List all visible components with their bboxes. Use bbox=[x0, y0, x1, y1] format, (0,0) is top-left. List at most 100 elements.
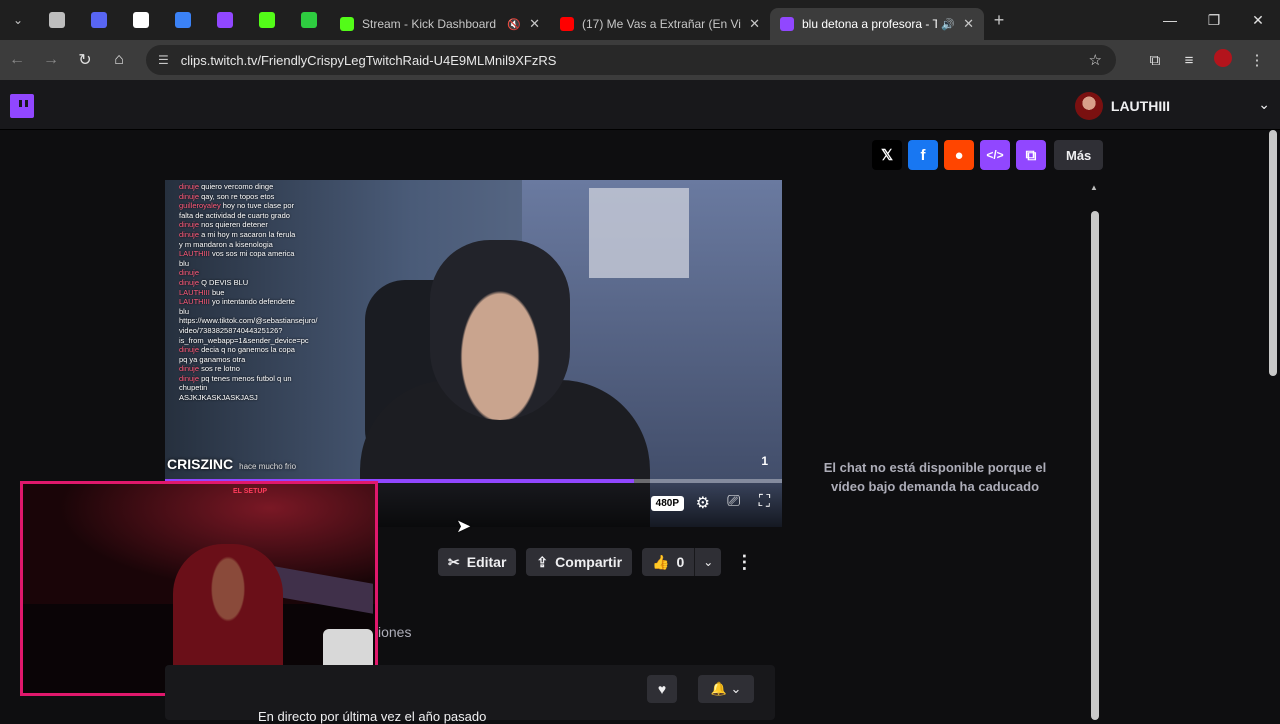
pinned-favicon-icon bbox=[49, 12, 65, 28]
site-info-icon[interactable]: ☰ bbox=[158, 53, 169, 67]
chat-line: video/7383825874044325126? bbox=[179, 326, 349, 336]
chat-line: ASJKJKASKJASKJASJ bbox=[179, 393, 349, 403]
pinned-favicon-icon bbox=[175, 12, 191, 28]
chat-text: bue bbox=[211, 287, 225, 297]
chat-line: chupetin bbox=[179, 383, 349, 393]
close-tab-icon[interactable]: ✕ bbox=[749, 16, 760, 32]
pinned-tab[interactable] bbox=[162, 0, 204, 40]
embed-code-icon[interactable]: </> bbox=[980, 140, 1010, 170]
browser-menu-icon[interactable]: ⋮ bbox=[1240, 51, 1274, 69]
audio-icon[interactable]: 🔊 bbox=[941, 18, 955, 31]
minimize-icon[interactable]: — bbox=[1148, 0, 1192, 40]
quality-badge[interactable]: 480P bbox=[650, 496, 684, 511]
chat-line: https://www.tiktok.com/@sebastiansejuro/ bbox=[179, 316, 349, 326]
overlay-streamer-name: CRISZINC hace mucho frio bbox=[167, 456, 297, 472]
chat-username: dinuje bbox=[179, 364, 200, 374]
youtube-icon bbox=[560, 17, 574, 31]
tab-title: (17) Me Vas a Extrañar (En Vivo) bbox=[582, 17, 742, 31]
page-scroll-thumb[interactable] bbox=[1269, 130, 1277, 376]
like-button[interactable]: 👍 0 bbox=[642, 548, 696, 576]
browser-toolbar: ← → ↻ ⌂ ☰ clips.twitch.tv/FriendlyCrispy… bbox=[0, 40, 1280, 80]
close-tab-icon[interactable]: ✕ bbox=[963, 16, 974, 32]
notification-bell-icon[interactable]: 🔔 ⌄ bbox=[698, 675, 754, 703]
chat-username: dinuje bbox=[179, 345, 200, 355]
edit-button[interactable]: ✂ Editar bbox=[438, 548, 517, 576]
tab-kick-dashboard[interactable]: Stream - Kick Dashboard 🔇 ✕ bbox=[330, 8, 550, 40]
wall-poster bbox=[589, 188, 689, 278]
new-tab-button[interactable]: + bbox=[984, 10, 1014, 31]
stream-chat-overlay: dinuje quiero vercomo dinge dinuje qay, s… bbox=[179, 182, 349, 403]
page-scrollbar[interactable] bbox=[1268, 130, 1278, 720]
chat-text: video/7383825874044325126? bbox=[179, 325, 283, 335]
pinned-tab[interactable] bbox=[36, 0, 78, 40]
chat-text: y m mandaron a kisenologia bbox=[179, 239, 273, 249]
chat-line: LAUTHIII yo intentando defenderte bbox=[179, 297, 349, 307]
copy-link-icon[interactable]: ⧉ bbox=[1016, 140, 1046, 170]
pinned-tab[interactable] bbox=[120, 0, 162, 40]
muted-icon[interactable]: 🔇 bbox=[507, 18, 521, 31]
chevron-down-icon[interactable]: ⌄ bbox=[1258, 96, 1270, 113]
chat-line: pq ya ganamos otra bbox=[179, 355, 349, 365]
reload-icon[interactable]: ↻ bbox=[68, 40, 102, 80]
chat-username: dinuje bbox=[179, 220, 200, 230]
chat-username: LAUTHIII bbox=[179, 297, 210, 307]
settings-gear-icon[interactable]: ⚙ bbox=[696, 493, 710, 513]
reddit-share-icon[interactable]: ● bbox=[944, 140, 974, 170]
share-button[interactable]: ⇪ Compartir bbox=[526, 548, 633, 576]
chat-text: https://www.tiktok.com/@sebastiansejuro/ bbox=[179, 316, 318, 326]
media-control-icon[interactable]: ≡ bbox=[1172, 52, 1206, 69]
restore-icon[interactable]: ❐ bbox=[1192, 0, 1236, 40]
chat-line: falta de actividad de cuarto grado bbox=[179, 211, 349, 221]
video-player[interactable]: dinuje quiero vercomo dinge dinuje qay, s… bbox=[165, 180, 782, 527]
chat-scrollbar[interactable]: ▲ bbox=[1090, 183, 1100, 720]
chat-line: blu bbox=[179, 259, 349, 269]
more-share-button[interactable]: Más bbox=[1054, 140, 1104, 170]
address-bar[interactable]: ☰ clips.twitch.tv/FriendlyCrispyLegTwitc… bbox=[146, 45, 1116, 75]
streamer-head bbox=[430, 240, 570, 420]
chat-line: dinuje nos quieren detener bbox=[179, 220, 349, 230]
x-share-icon[interactable]: 𝕏 bbox=[872, 140, 902, 170]
tab-twitch-clip[interactable]: blu detona a profesora - Tw 🔊 ✕ bbox=[770, 8, 984, 40]
back-icon[interactable]: ← bbox=[0, 40, 34, 80]
profile-avatar[interactable] bbox=[1206, 49, 1240, 71]
pinned-tab[interactable] bbox=[246, 0, 288, 40]
chat-username: LAUTHIII bbox=[179, 249, 210, 259]
twitch-logo-icon[interactable] bbox=[10, 94, 34, 118]
chat-line: dinuje Q DEVIS BLU bbox=[179, 278, 349, 288]
chat-scroll-thumb[interactable] bbox=[1091, 211, 1099, 720]
chat-text: nos quieren detener bbox=[201, 220, 268, 230]
forward-icon[interactable]: → bbox=[34, 40, 68, 80]
share-bar: 𝕏 f ● </> ⧉ Más bbox=[872, 140, 1104, 170]
chat-text: yo intentando defenderte bbox=[211, 297, 295, 307]
cast-icon[interactable]: ⎚ bbox=[727, 493, 740, 511]
chat-line: dinuje decia q no ganemos la copa bbox=[179, 345, 349, 355]
chat-text: quiero vercomo dinge bbox=[201, 182, 274, 191]
view-count: 1 bbox=[761, 454, 768, 468]
user-menu[interactable]: LAUTHIII bbox=[1074, 92, 1170, 120]
pinned-tab[interactable] bbox=[204, 0, 246, 40]
fullscreen-icon[interactable]: ⛶ bbox=[759, 493, 770, 511]
pinned-tab[interactable] bbox=[288, 0, 330, 40]
chevron-down-icon[interactable]: ⌄ bbox=[695, 555, 721, 569]
follow-heart-icon[interactable]: ♥ bbox=[647, 675, 677, 703]
extensions-icon[interactable]: ⧉ bbox=[1138, 52, 1172, 69]
chat-line: dinuje quiero vercomo dinge bbox=[179, 182, 349, 192]
tab-search-icon[interactable]: ⌄ bbox=[0, 0, 36, 40]
twitch-icon bbox=[780, 17, 794, 31]
clip-actions: ✂ Editar ⇪ Compartir 👍 0 ⌄ ⋮ bbox=[438, 548, 753, 576]
scroll-up-icon[interactable]: ▲ bbox=[1090, 183, 1098, 192]
pinned-tab[interactable] bbox=[78, 0, 120, 40]
facebook-share-icon[interactable]: f bbox=[908, 140, 938, 170]
home-icon[interactable]: ⌂ bbox=[102, 40, 136, 80]
chat-text: blu bbox=[179, 306, 190, 316]
username: LAUTHIII bbox=[1110, 98, 1170, 114]
close-window-icon[interactable]: ✕ bbox=[1236, 0, 1280, 40]
close-tab-icon[interactable]: ✕ bbox=[529, 16, 540, 32]
tab-youtube[interactable]: (17) Me Vas a Extrañar (En Vivo) ✕ bbox=[550, 8, 770, 40]
chat-text: falta de actividad de cuarto grado bbox=[179, 210, 290, 220]
more-options-icon[interactable]: ⋮ bbox=[735, 552, 753, 573]
chat-text: pq ya ganamos otra bbox=[179, 354, 246, 364]
chat-text: qay, son re topos etos bbox=[201, 191, 275, 201]
bookmark-star-icon[interactable]: ☆ bbox=[1089, 51, 1102, 69]
chat-text: Q DEVIS BLU bbox=[201, 277, 249, 287]
